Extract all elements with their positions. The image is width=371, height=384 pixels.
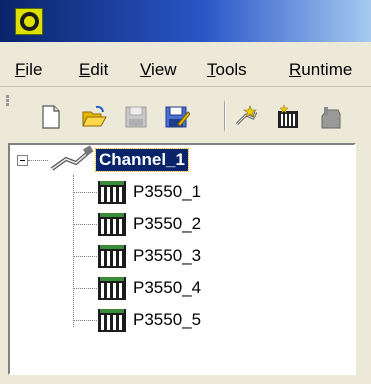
device-node[interactable]: P3550_5 bbox=[73, 307, 343, 333]
device-node-label: P3550_4 bbox=[133, 278, 202, 297]
menu-file[interactable]: File bbox=[15, 60, 42, 80]
device-node-label: P3550_1 bbox=[133, 182, 202, 201]
save-as-icon[interactable] bbox=[164, 104, 190, 130]
collapse-toggle[interactable] bbox=[17, 155, 28, 166]
device-node[interactable]: P3550_4 bbox=[73, 275, 343, 301]
channel-icon bbox=[50, 145, 94, 171]
device-node-label: P3550_5 bbox=[133, 310, 202, 329]
device-icon bbox=[98, 277, 126, 300]
menu-runtime[interactable]: Runtime bbox=[289, 60, 352, 80]
new-device-icon[interactable] bbox=[275, 104, 301, 130]
app-icon[interactable] bbox=[15, 8, 43, 35]
toolbar-separator bbox=[224, 101, 226, 131]
new-document-icon[interactable] bbox=[38, 104, 64, 130]
project-tree-panel[interactable]: Channel_1 P3550_1 P3550_2 P3550_3 P3550_… bbox=[8, 143, 356, 375]
menu-tools[interactable]: Tools bbox=[207, 60, 247, 80]
open-folder-icon[interactable] bbox=[81, 104, 107, 130]
device-node[interactable]: P3550_2 bbox=[73, 211, 343, 237]
device-icon bbox=[98, 213, 126, 236]
properties-icon[interactable] bbox=[318, 104, 344, 130]
title-bar[interactable] bbox=[0, 0, 371, 42]
device-node[interactable]: P3550_3 bbox=[73, 243, 343, 269]
device-icon bbox=[98, 245, 126, 268]
channel-node-label[interactable]: Channel_1 bbox=[95, 148, 189, 172]
menu-edit[interactable]: Edit bbox=[79, 60, 108, 80]
menu-bar: File Edit View Tools Runtime bbox=[0, 42, 371, 87]
device-icon bbox=[98, 181, 126, 204]
menu-view[interactable]: View bbox=[140, 60, 177, 80]
save-icon[interactable] bbox=[123, 104, 149, 130]
toolbar bbox=[0, 87, 371, 141]
toolbar-grip[interactable] bbox=[6, 95, 9, 98]
device-node-label: P3550_3 bbox=[133, 246, 202, 265]
device-node[interactable]: P3550_1 bbox=[73, 179, 343, 205]
new-channel-icon[interactable] bbox=[234, 104, 260, 130]
tree-connector bbox=[28, 160, 48, 161]
device-node-label: P3550_2 bbox=[133, 214, 202, 233]
device-icon bbox=[98, 309, 126, 332]
